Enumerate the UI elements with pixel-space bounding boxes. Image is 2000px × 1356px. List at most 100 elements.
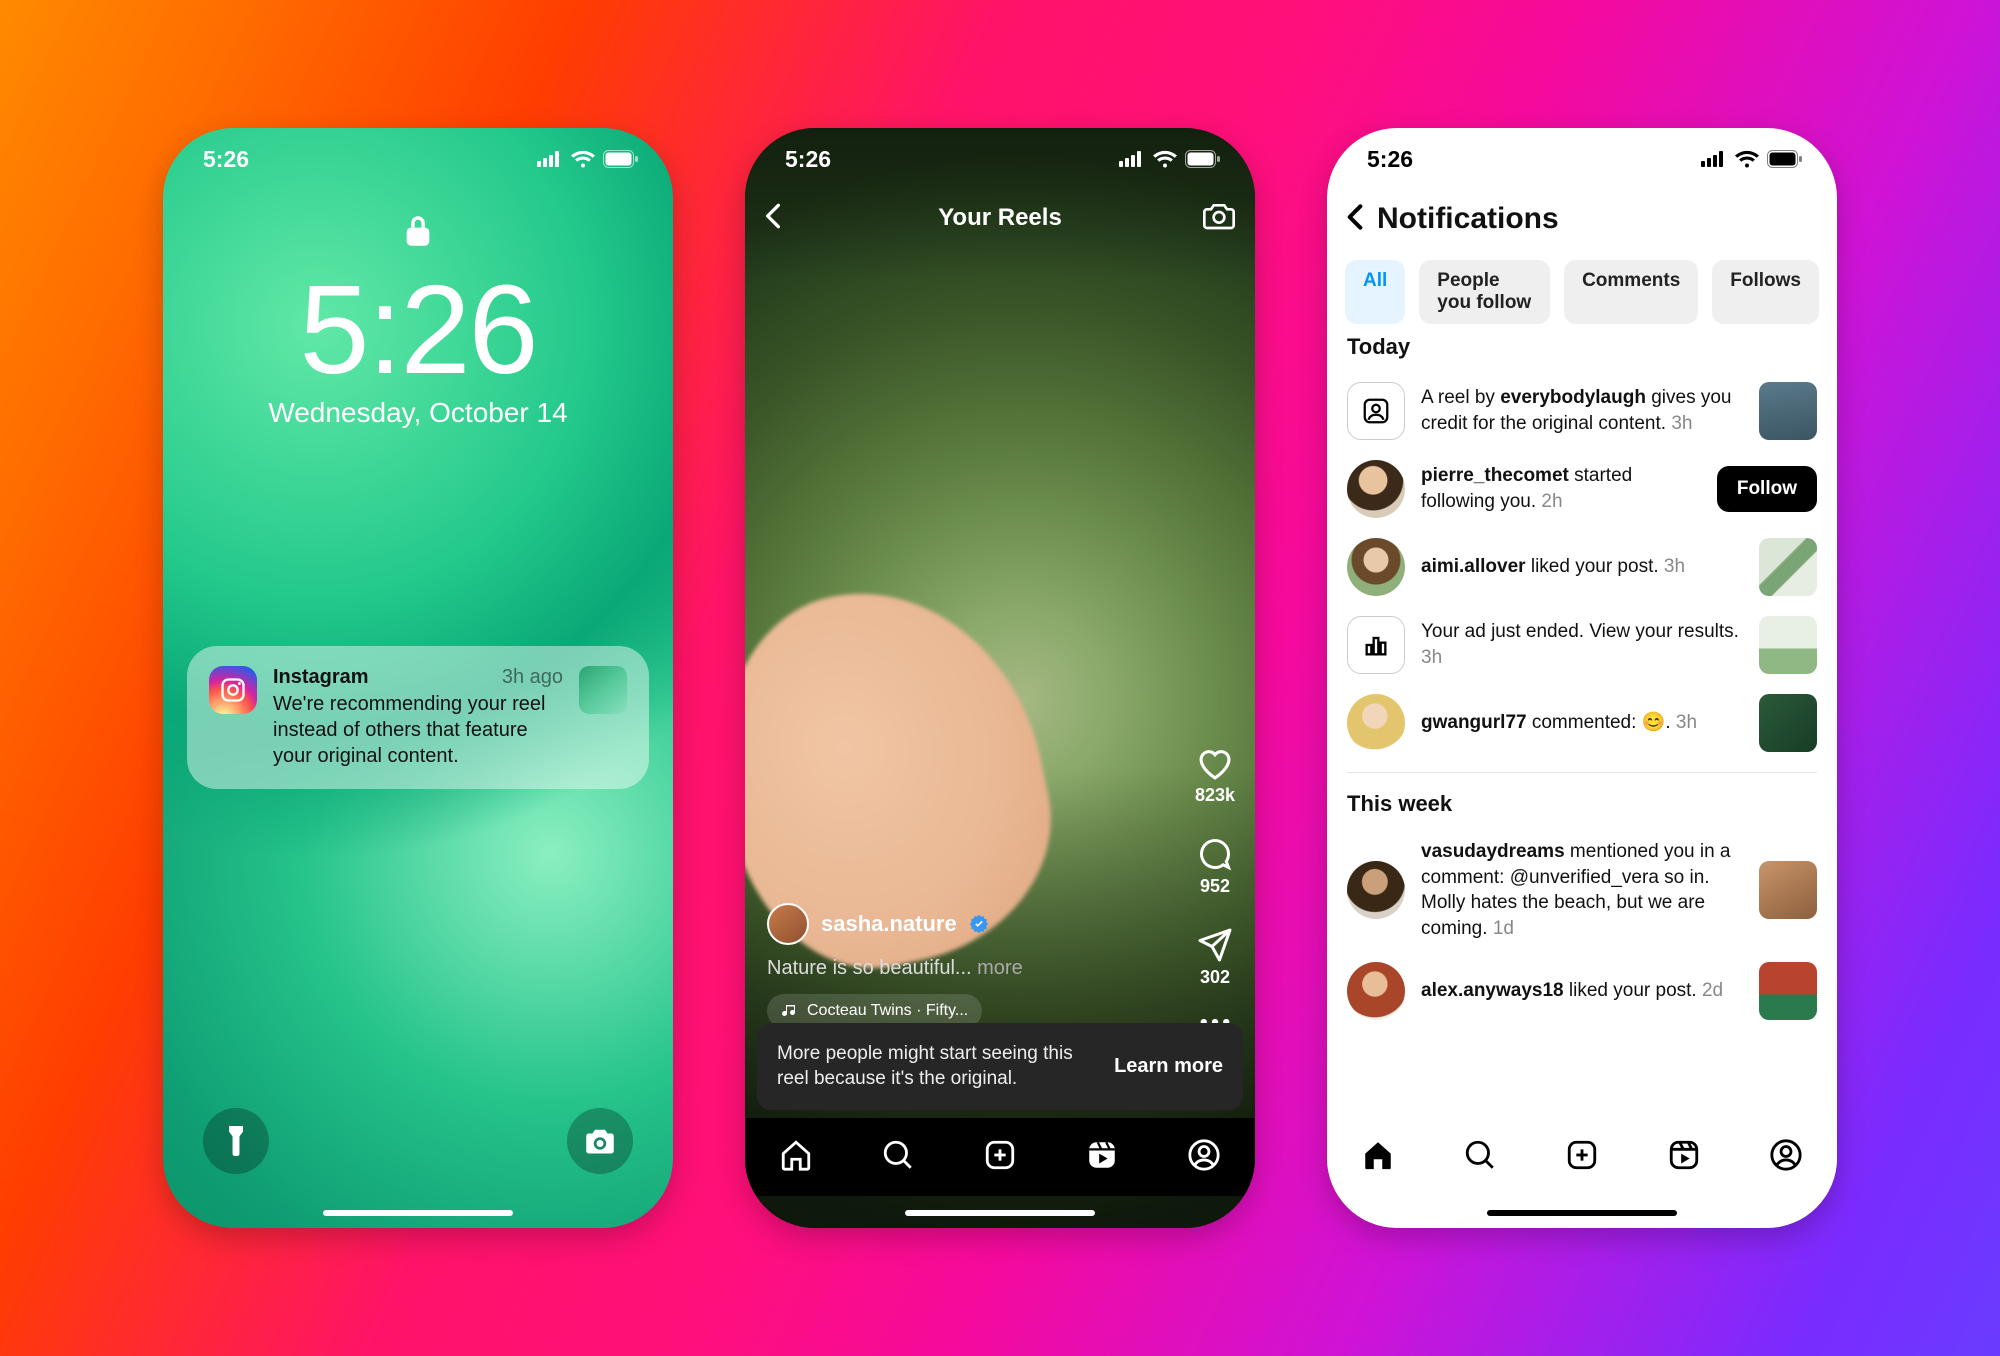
section-today: Today bbox=[1347, 334, 1817, 360]
username: sasha.nature bbox=[821, 911, 957, 937]
chevron-left-icon bbox=[765, 202, 781, 230]
reel-meta: sasha.nature Nature is so beautiful... m… bbox=[767, 903, 1165, 1028]
banner-cta[interactable]: Learn more bbox=[1114, 1055, 1223, 1078]
nav-create[interactable] bbox=[1565, 1138, 1599, 1177]
notification-row[interactable]: pierre_thecomet started following you. 2… bbox=[1347, 450, 1817, 528]
chart-icon bbox=[1362, 631, 1390, 659]
notification-row[interactable]: alex.anyways18 liked your post. 2d bbox=[1347, 952, 1817, 1030]
follow-button[interactable]: Follow bbox=[1717, 466, 1817, 512]
notification-text: pierre_thecomet started following you. 2… bbox=[1421, 463, 1701, 514]
like-count: 823k bbox=[1195, 785, 1235, 806]
notifications-phone: 5:26 Notifications All People you follow… bbox=[1327, 128, 1837, 1228]
bottom-nav bbox=[745, 1118, 1255, 1196]
home-icon bbox=[1361, 1138, 1395, 1172]
camera-outline-icon bbox=[1203, 202, 1235, 230]
comment-count: 952 bbox=[1200, 876, 1230, 897]
filter-people[interactable]: People you follow bbox=[1419, 260, 1550, 324]
home-indicator[interactable] bbox=[1487, 1210, 1677, 1216]
caption-more[interactable]: more bbox=[977, 957, 1023, 979]
nav-home[interactable] bbox=[1361, 1138, 1395, 1177]
status-icons bbox=[1701, 150, 1803, 168]
user-avatar bbox=[1347, 694, 1405, 752]
status-bar: 5:26 bbox=[745, 128, 1255, 190]
reel-user[interactable]: sasha.nature bbox=[767, 903, 1165, 945]
section-week: This week bbox=[1347, 791, 1817, 817]
user-avatar bbox=[1347, 962, 1405, 1020]
search-icon bbox=[1463, 1138, 1497, 1172]
lock-screen-phone: 5:26 5:26 Wednesday, October 14 Instagra… bbox=[163, 128, 673, 1228]
nav-home[interactable] bbox=[779, 1138, 813, 1177]
reel-caption[interactable]: Nature is so beautiful... more bbox=[767, 957, 1165, 980]
user-avatar bbox=[1347, 460, 1405, 518]
filter-all[interactable]: All bbox=[1345, 260, 1405, 324]
search-icon bbox=[881, 1138, 915, 1172]
camera-icon bbox=[585, 1128, 615, 1154]
nav-profile[interactable] bbox=[1187, 1138, 1221, 1177]
user-avatar bbox=[1347, 538, 1405, 596]
flashlight-icon bbox=[223, 1126, 249, 1156]
verified-icon bbox=[969, 914, 989, 934]
share-button[interactable]: 302 bbox=[1197, 927, 1233, 988]
filter-comments[interactable]: Comments bbox=[1564, 260, 1698, 324]
notification-text: gwangurl77 commented: 😊. 3h bbox=[1421, 710, 1743, 736]
nav-search[interactable] bbox=[1463, 1138, 1497, 1177]
notification-thumbnail bbox=[1759, 382, 1817, 440]
battery-icon bbox=[1767, 150, 1803, 168]
notification-text: aimi.allover liked your post. 3h bbox=[1421, 554, 1743, 580]
notification-row[interactable]: Your ad just ended. View your results. 3… bbox=[1347, 606, 1817, 684]
wifi-icon bbox=[1153, 150, 1177, 168]
back-button[interactable] bbox=[765, 202, 781, 235]
status-time: 5:26 bbox=[1367, 146, 1413, 173]
notification-text: Your ad just ended. View your results. 3… bbox=[1421, 619, 1743, 670]
info-banner[interactable]: More people might start seeing this reel… bbox=[757, 1023, 1243, 1110]
credit-icon bbox=[1347, 382, 1405, 440]
status-bar: 5:26 bbox=[163, 128, 673, 190]
notification-row[interactable]: A reel by everybodylaugh gives you credi… bbox=[1347, 372, 1817, 450]
nav-reels[interactable] bbox=[1667, 1138, 1701, 1177]
banner-text: More people might start seeing this reel… bbox=[777, 1041, 1100, 1092]
notification-time: 3h ago bbox=[502, 666, 563, 689]
battery-icon bbox=[603, 150, 639, 168]
comment-button[interactable]: 952 bbox=[1197, 836, 1233, 897]
notification-thumbnail bbox=[1759, 616, 1817, 674]
status-time: 5:26 bbox=[785, 146, 831, 173]
notification-list[interactable]: Today A reel by everybodylaugh gives you… bbox=[1327, 316, 1837, 1116]
reels-icon bbox=[1085, 1138, 1119, 1172]
notification-text: vasudaydreams mentioned you in a comment… bbox=[1421, 839, 1743, 942]
notification-thumbnail bbox=[579, 666, 627, 714]
nav-profile[interactable] bbox=[1769, 1138, 1803, 1177]
notification-text: A reel by everybodylaugh gives you credi… bbox=[1421, 385, 1743, 436]
signal-icon bbox=[537, 151, 563, 167]
share-icon bbox=[1197, 927, 1233, 963]
notification-body: Instagram 3h ago We're recommending your… bbox=[273, 666, 563, 769]
nav-create[interactable] bbox=[983, 1138, 1017, 1177]
home-indicator[interactable] bbox=[905, 1210, 1095, 1216]
profile-icon bbox=[1187, 1138, 1221, 1172]
home-icon bbox=[779, 1138, 813, 1172]
caption-text: Nature is so beautiful... bbox=[767, 957, 972, 979]
lock-date: Wednesday, October 14 bbox=[163, 397, 673, 429]
music-icon bbox=[781, 1003, 797, 1019]
like-button[interactable]: 823k bbox=[1195, 747, 1235, 806]
wifi-icon bbox=[571, 150, 595, 168]
back-button[interactable] bbox=[1347, 203, 1363, 236]
camera-button[interactable] bbox=[567, 1108, 633, 1174]
lock-notification[interactable]: Instagram 3h ago We're recommending your… bbox=[187, 646, 649, 789]
notification-row[interactable]: gwangurl77 commented: 😊. 3h bbox=[1347, 684, 1817, 762]
user-avatar bbox=[767, 903, 809, 945]
notifications-header: Notifications bbox=[1327, 190, 1837, 244]
home-indicator[interactable] bbox=[323, 1210, 513, 1216]
notification-row[interactable]: aimi.allover liked your post. 3h bbox=[1347, 528, 1817, 606]
filter-follows[interactable]: Follows bbox=[1712, 260, 1819, 324]
camera-button[interactable] bbox=[1203, 202, 1235, 235]
nav-search[interactable] bbox=[881, 1138, 915, 1177]
notification-text: alex.anyways18 liked your post. 2d bbox=[1421, 978, 1743, 1004]
nav-reels[interactable] bbox=[1085, 1138, 1119, 1177]
status-icons bbox=[537, 150, 639, 168]
flashlight-button[interactable] bbox=[203, 1108, 269, 1174]
notification-row[interactable]: vasudaydreams mentioned you in a comment… bbox=[1347, 829, 1817, 952]
divider bbox=[1347, 772, 1817, 773]
signal-icon bbox=[1701, 151, 1727, 167]
notification-message: We're recommending your reel instead of … bbox=[273, 691, 563, 769]
wifi-icon bbox=[1735, 150, 1759, 168]
